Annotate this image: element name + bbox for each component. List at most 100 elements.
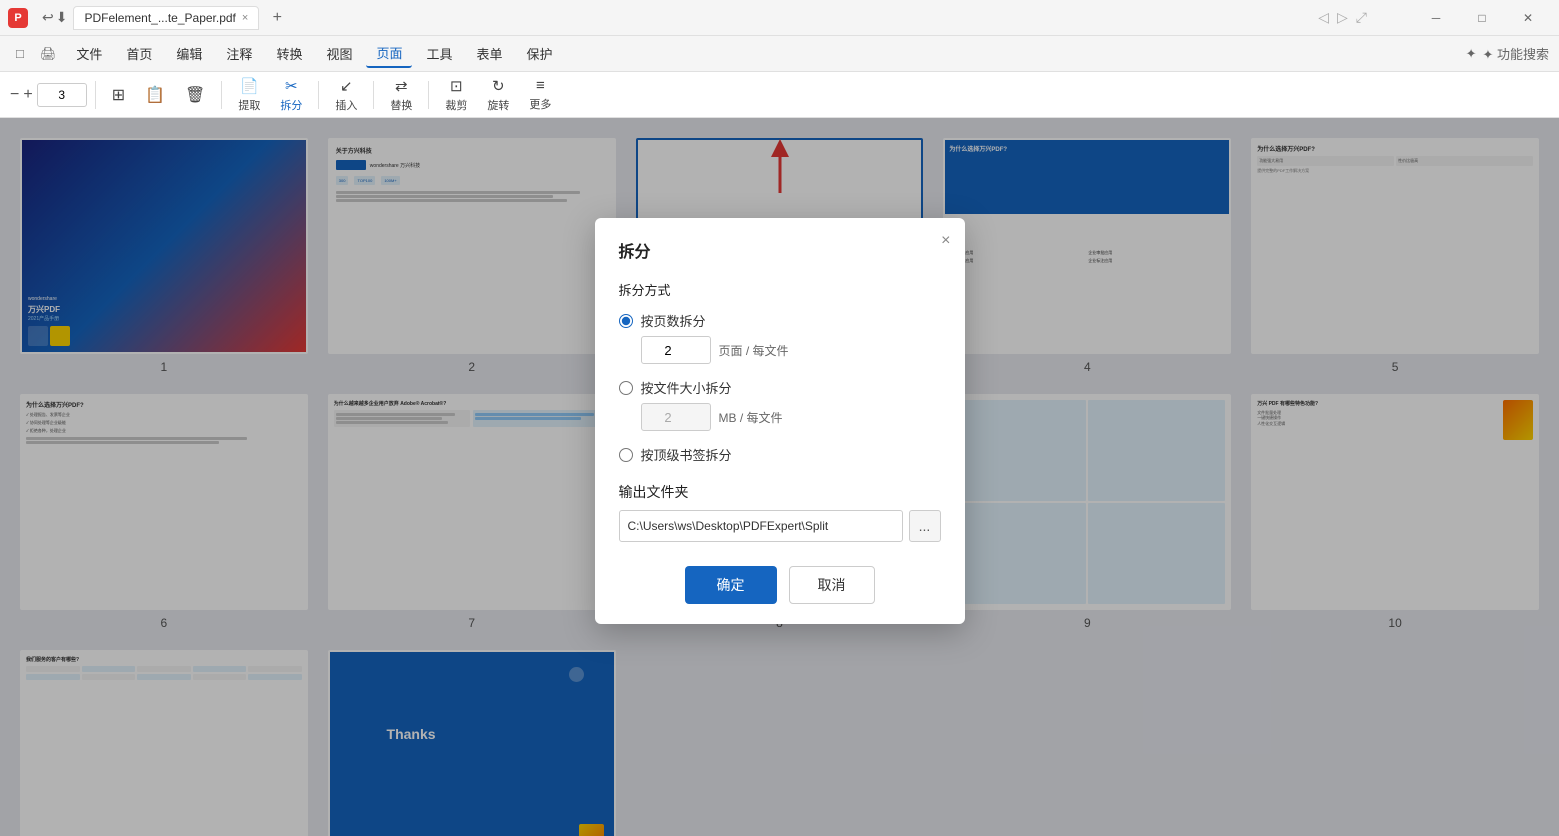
nav-forward-icon[interactable]: ▷ bbox=[1337, 9, 1348, 26]
app-icon: P bbox=[8, 8, 28, 28]
dialog-footer: 确定 取消 bbox=[619, 566, 941, 604]
dialog-close-btn[interactable]: × bbox=[941, 232, 950, 250]
menu-annotate[interactable]: 注释 bbox=[216, 40, 262, 67]
feature-search-label: ✦ 功能搜索 bbox=[1482, 44, 1549, 63]
replace-label: 替换 bbox=[390, 97, 412, 113]
more-icon: ≡ bbox=[536, 77, 545, 94]
split-icon: ✂ bbox=[285, 77, 298, 95]
insert-label: 插入 bbox=[335, 97, 357, 113]
confirm-btn[interactable]: 确定 bbox=[685, 566, 777, 604]
crop-label: 裁剪 bbox=[445, 97, 467, 113]
sep1 bbox=[95, 81, 96, 109]
new-tab-btn[interactable]: + bbox=[265, 6, 289, 30]
delete-icon: 🗑 bbox=[185, 85, 205, 105]
feature-search-icon: ✦ bbox=[1466, 46, 1477, 62]
mb-per-file-input[interactable]: 2 bbox=[641, 403, 711, 431]
menu-page[interactable]: 页面 bbox=[366, 39, 412, 68]
size-input-row: 2 MB / 每文件 bbox=[641, 403, 941, 431]
extract-btn[interactable]: 📄 提取 bbox=[230, 73, 268, 117]
crop-btn[interactable]: ⊡ 裁剪 bbox=[437, 73, 475, 117]
by-size-radio[interactable] bbox=[619, 381, 633, 395]
insert-btn[interactable]: ↙ 插入 bbox=[327, 73, 365, 117]
by-pages-option: 按页数拆分 2 页面 / 每文件 bbox=[619, 311, 941, 364]
by-pages-label: 按页数拆分 bbox=[641, 311, 706, 330]
zoom-out-btn[interactable]: − bbox=[10, 86, 19, 104]
win-buttons: ─ □ ✕ bbox=[1413, 0, 1551, 36]
print-icon[interactable]: 🖨 bbox=[34, 42, 63, 66]
browse-folder-btn[interactable]: ... bbox=[909, 510, 941, 542]
sep2 bbox=[221, 81, 222, 109]
nav-back-icon[interactable]: ◁ bbox=[1318, 9, 1329, 26]
more-btn[interactable]: ≡ 更多 bbox=[521, 73, 559, 116]
zoom-input[interactable]: 3 bbox=[37, 83, 87, 107]
tab-label: PDFelement_...te_Paper.pdf bbox=[84, 11, 235, 25]
toolbar: − + 3 ⊞ 📋 🗑 📄 提取 ✂ 拆分 ↙ 插入 ⇄ 替换 ⊡ 裁剪 ↻ 旋… bbox=[0, 72, 1559, 118]
by-size-option: 按文件大小拆分 2 MB / 每文件 bbox=[619, 378, 941, 431]
feature-search[interactable]: ✦ ✦ 功能搜索 bbox=[1466, 44, 1549, 63]
thumbnail-btn[interactable]: ⊞ bbox=[104, 81, 133, 109]
file-controls: ↩ ⬇ bbox=[42, 9, 67, 26]
sep5 bbox=[428, 81, 429, 109]
title-bar: P ↩ ⬇ PDFelement_...te_Paper.pdf × + ◁ ▷… bbox=[0, 0, 1559, 36]
menu-protect[interactable]: 保护 bbox=[517, 40, 563, 67]
window-controls: ◁ ▷ ⤢ ─ □ ✕ bbox=[1318, 0, 1551, 36]
pages-per-file-input[interactable]: 2 bbox=[641, 336, 711, 364]
by-pages-row: 按页数拆分 bbox=[619, 311, 941, 330]
rotate-icon: ↻ bbox=[492, 77, 505, 95]
title-bar-left: P ↩ ⬇ PDFelement_...te_Paper.pdf × + bbox=[8, 6, 289, 30]
menu-tools[interactable]: 工具 bbox=[416, 40, 462, 67]
dialog-title: 拆分 bbox=[619, 238, 941, 262]
tab-close-btn[interactable]: × bbox=[242, 12, 248, 24]
redo-icon[interactable]: ⬇ bbox=[56, 9, 68, 26]
sep3 bbox=[318, 81, 319, 109]
menu-bar: □ 🖨 文件 首页 编辑 注释 转换 视图 页面 工具 表单 保护 ✦ ✦ 功能… bbox=[0, 36, 1559, 72]
insert-page-btn[interactable]: 📋 bbox=[137, 81, 173, 109]
split-label: 拆分 bbox=[280, 97, 302, 113]
by-size-label: 按文件大小拆分 bbox=[641, 378, 732, 397]
by-pages-radio[interactable] bbox=[619, 314, 633, 328]
minimize-btn[interactable]: ─ bbox=[1413, 0, 1459, 36]
save-icon[interactable]: □ bbox=[10, 42, 30, 65]
pages-unit: 页面 / 每文件 bbox=[719, 342, 789, 359]
replace-icon: ⇄ bbox=[395, 77, 408, 95]
cancel-btn[interactable]: 取消 bbox=[789, 566, 875, 604]
maximize-btn[interactable]: □ bbox=[1459, 0, 1505, 36]
menu-view[interactable]: 视图 bbox=[316, 40, 362, 67]
by-bookmark-label: 按顶级书签拆分 bbox=[641, 445, 732, 464]
menu-home[interactable]: 首页 bbox=[116, 40, 162, 67]
by-size-row: 按文件大小拆分 bbox=[619, 378, 941, 397]
replace-btn[interactable]: ⇄ 替换 bbox=[382, 73, 420, 117]
split-method-label: 拆分方式 bbox=[619, 280, 941, 299]
output-folder-label: 输出文件夹 bbox=[619, 482, 941, 502]
folder-path-input[interactable]: C:\Users\ws\Desktop\PDFExpert\Split bbox=[619, 510, 903, 542]
crop-icon: ⊡ bbox=[450, 77, 463, 95]
insert-page-icon: ↙ bbox=[340, 77, 353, 95]
radio-group: 按页数拆分 2 页面 / 每文件 按文件大小拆分 2 MB / 每 bbox=[619, 311, 941, 464]
insert-icon: 📋 bbox=[145, 85, 165, 105]
sep4 bbox=[373, 81, 374, 109]
pages-input-row: 2 页面 / 每文件 bbox=[641, 336, 941, 364]
rotate-btn[interactable]: ↻ 旋转 bbox=[479, 73, 517, 117]
delete-page-btn[interactable]: 🗑 bbox=[177, 81, 213, 109]
menu-convert[interactable]: 转换 bbox=[266, 40, 312, 67]
undo-icon[interactable]: ↩ bbox=[42, 9, 54, 26]
size-unit: MB / 每文件 bbox=[719, 409, 783, 426]
thumbnail-icon: ⊞ bbox=[112, 85, 125, 105]
folder-row: C:\Users\ws\Desktop\PDFExpert\Split ... bbox=[619, 510, 941, 542]
menu-edit[interactable]: 编辑 bbox=[166, 40, 212, 67]
by-bookmark-radio[interactable] bbox=[619, 448, 633, 462]
split-btn[interactable]: ✂ 拆分 bbox=[272, 73, 310, 117]
more-label: 更多 bbox=[529, 96, 551, 112]
zoom-in-btn[interactable]: + bbox=[23, 86, 32, 104]
file-tab[interactable]: PDFelement_...te_Paper.pdf × bbox=[73, 6, 259, 30]
expand-icon[interactable]: ⤢ bbox=[1356, 9, 1367, 26]
rotate-label: 旋转 bbox=[487, 97, 509, 113]
menu-file[interactable]: 文件 bbox=[66, 40, 112, 67]
close-btn[interactable]: ✕ bbox=[1505, 0, 1551, 36]
extract-icon: 📄 bbox=[240, 77, 259, 95]
extract-label: 提取 bbox=[238, 97, 260, 113]
main-content: wondershare 万兴PDF 2021产品手册 1 关于方兴科技 bbox=[0, 118, 1559, 836]
split-dialog: 拆分 × 拆分方式 按页数拆分 2 页面 / 每文件 bbox=[595, 218, 965, 624]
menu-form[interactable]: 表单 bbox=[467, 40, 513, 67]
by-bookmark-row: 按顶级书签拆分 bbox=[619, 445, 941, 464]
